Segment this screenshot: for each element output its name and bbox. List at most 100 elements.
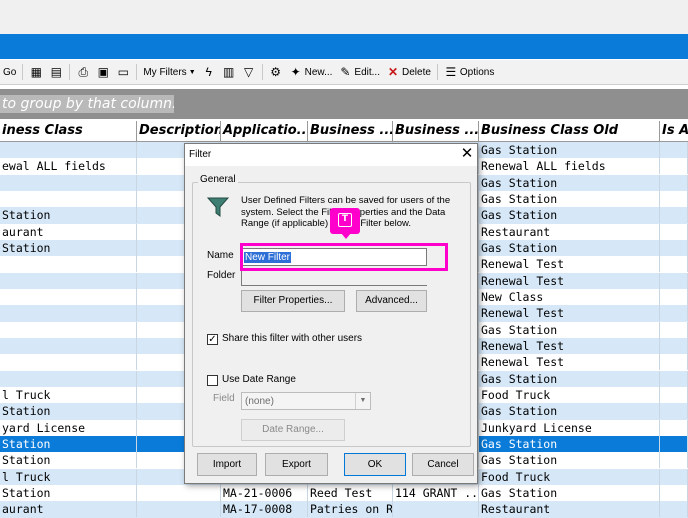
cancel-button[interactable]: Cancel	[412, 453, 474, 476]
use-date-range-checkbox[interactable]	[207, 375, 218, 386]
go-button[interactable]: Go	[0, 62, 19, 82]
new-button[interactable]: ✦ New...	[286, 62, 336, 82]
date-range-button[interactable]: Date Range...	[241, 419, 345, 441]
new-label: New...	[304, 66, 333, 78]
export-button[interactable]: Export	[265, 453, 328, 476]
table-cell	[0, 288, 137, 305]
table-cell	[660, 288, 688, 305]
table-cell	[137, 484, 221, 501]
table-cell	[660, 142, 688, 158]
table-cell: Patries on R...	[310, 501, 393, 518]
table-cell: aurant	[0, 501, 137, 518]
table-cell	[660, 452, 688, 469]
group-by-panel[interactable]: to group by that column.	[0, 89, 688, 119]
table-cell	[660, 305, 688, 322]
table-cell	[0, 190, 137, 207]
table-cell: Station	[0, 484, 137, 501]
advanced-button[interactable]: Advanced...	[356, 290, 427, 312]
table-cell	[660, 207, 688, 224]
table-cell	[0, 354, 137, 371]
share-filter-label: Share this filter with other users	[222, 333, 363, 344]
table-cell: Gas Station	[479, 190, 660, 207]
table-cell: l Truck	[0, 468, 137, 485]
table-cell: Station	[0, 403, 137, 420]
search-settings-button[interactable]: ⚙	[266, 62, 286, 82]
group-by-hint: to group by that column.	[0, 95, 174, 113]
share-filter-checkbox[interactable]: ✓	[207, 334, 218, 345]
table-row[interactable]: Station MA-21-0006 Reed Test 114 GRANT ... G…	[0, 484, 688, 501]
table-cell: Gas Station	[479, 370, 660, 387]
table-cell	[660, 403, 688, 420]
column-header-business-address[interactable]: Business ...	[393, 121, 479, 141]
table-cell: Junkyard License	[479, 419, 660, 436]
report-button[interactable]: ▤	[46, 62, 66, 82]
delete-button[interactable]: ✕ Delete	[383, 62, 434, 82]
my-filters-dropdown[interactable]: My Filters ▼	[140, 62, 198, 82]
export-button[interactable]: ▣	[93, 62, 113, 82]
edit-button[interactable]: ✎ Edit...	[335, 62, 383, 82]
table-cell	[0, 305, 137, 322]
table-cell: Station	[0, 207, 137, 224]
table-cell: ewal ALL fields	[0, 158, 137, 175]
table-cell	[660, 386, 688, 403]
table-cell	[660, 158, 688, 175]
filter-grid-icon: ▥	[222, 65, 235, 79]
title-banner	[0, 34, 688, 59]
column-header-business-name[interactable]: Business ...	[308, 121, 393, 141]
general-group-label: General	[198, 174, 238, 185]
go-label: Go	[3, 66, 17, 78]
table-cell	[660, 354, 688, 371]
table-cell: Renewal Test	[479, 305, 660, 322]
chevron-down-icon: ▼	[188, 68, 196, 76]
text-input-marker: T	[330, 208, 360, 234]
table-cell: Gas Station	[479, 321, 660, 338]
dialog-titlebar	[185, 144, 477, 166]
filter-grid-button[interactable]: ▥	[219, 62, 239, 82]
table-cell: MA-21-0006	[221, 484, 308, 501]
import-button[interactable]: Import	[197, 453, 257, 476]
table-cell: Gas Station	[479, 239, 660, 256]
close-icon[interactable]: ✕	[459, 146, 475, 162]
open-folder-button[interactable]: ▭	[113, 62, 133, 82]
export-icon: ▣	[97, 65, 110, 79]
table-cell: Renewal ALL fields	[479, 158, 660, 175]
table-cell: Restaurant	[479, 501, 660, 518]
table-cell: Food Truck	[479, 468, 660, 485]
edit-label: Edit...	[354, 66, 380, 78]
print-button[interactable]: ⎙	[73, 62, 93, 82]
calendar-icon: ▦	[30, 65, 43, 79]
ok-button[interactable]: OK	[344, 453, 406, 476]
delete-label: Delete	[402, 66, 431, 78]
calendar-button[interactable]: ▦	[26, 62, 46, 82]
magnifier-gear-icon: ⚙	[270, 65, 281, 79]
edit-icon: ✎	[340, 65, 351, 79]
report-icon: ▤	[50, 65, 63, 79]
table-cell	[0, 337, 137, 354]
toolbar-separator	[436, 64, 438, 80]
table-cell: MA-17-0008	[221, 501, 308, 518]
name-label: Name	[207, 250, 234, 261]
table-cell: Station	[0, 452, 137, 469]
filter-properties-button[interactable]: Filter Properties...	[241, 290, 345, 312]
table-cell: Restaurant	[479, 223, 660, 240]
column-header-description[interactable]: Description	[137, 121, 221, 141]
use-date-range-label: Use Date Range	[222, 374, 296, 385]
filter-button[interactable]: ▽	[239, 62, 259, 82]
column-header-application[interactable]: Applicatio...	[221, 121, 308, 141]
table-cell: Gas Station	[479, 403, 660, 420]
table-row[interactable]: aurant MA-17-0008Patries on R... Restauran…	[0, 501, 688, 518]
table-cell: l Truck	[0, 386, 137, 403]
quick-filter-button[interactable]: ϟ	[199, 62, 219, 82]
toolbar-separator	[22, 64, 24, 80]
table-cell	[393, 501, 479, 518]
table-cell: Gas Station	[479, 207, 660, 224]
table-cell	[660, 484, 688, 501]
options-button[interactable]: ☰ Options	[441, 62, 497, 82]
column-header-is-active[interactable]: Is A	[660, 121, 688, 141]
table-cell	[660, 190, 688, 207]
column-header-business-class-old[interactable]: Business Class Old	[479, 121, 660, 141]
table-cell: Gas Station	[479, 484, 660, 501]
column-header-business-class[interactable]: iness Class	[0, 121, 137, 141]
field-select[interactable]: (none) ▼	[241, 392, 371, 410]
field-label: Field	[213, 393, 235, 404]
